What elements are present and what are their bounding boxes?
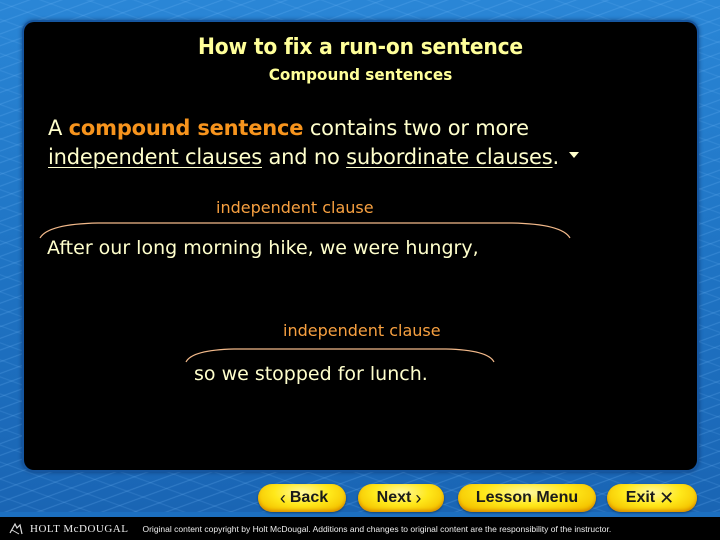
example-sentence-2: so we stopped for lunch. [194, 363, 428, 385]
definition-term: compound sentence [68, 116, 304, 140]
definition-prefix: A [48, 116, 69, 140]
holt-mcdougal-logo-icon [9, 522, 23, 534]
chevron-left-icon: ‹ [279, 487, 286, 508]
clause-bracket-2 [185, 348, 495, 363]
exit-button[interactable]: Exit ✕ [607, 484, 697, 512]
caret-down-icon[interactable] [569, 152, 579, 158]
slide-title: How to fix a run-on sentence [198, 35, 523, 60]
slide-panel: How to fix a run-on sentence Compound se… [24, 22, 697, 470]
slide-subtitle: Compound sentences [268, 65, 453, 84]
close-icon: ✕ [659, 487, 675, 508]
lesson-menu-button[interactable]: Lesson Menu [458, 484, 596, 512]
definition-middle: contains two or more [303, 116, 529, 140]
back-button[interactable]: ‹ Back [258, 484, 346, 512]
back-label: Back [289, 489, 329, 506]
footer: HOLT McDOUGAL Original content copyright… [0, 517, 720, 540]
next-label: Next [376, 489, 412, 506]
copyright-text: Original content copyright by Holt McDou… [142, 523, 612, 534]
chevron-right-icon: › [415, 487, 422, 508]
subordinate-clauses-link: subordinate clauses [346, 145, 553, 169]
exit-label: Exit [625, 489, 656, 506]
brand-name: HOLT McDOUGAL [30, 522, 129, 535]
clause-label-1: independent clause [216, 198, 374, 217]
example-sentence-1: After our long morning hike, we were hun… [47, 237, 479, 259]
definition-and: and no [261, 145, 347, 169]
clause-label-2: independent clause [283, 321, 441, 340]
independent-clauses-link: independent clauses [48, 145, 262, 169]
lesson-menu-label: Lesson Menu [475, 489, 579, 506]
next-button[interactable]: Next › [358, 484, 444, 512]
definition-text: A compound sentence contains two or more… [48, 114, 688, 172]
definition-end: . [552, 145, 560, 169]
